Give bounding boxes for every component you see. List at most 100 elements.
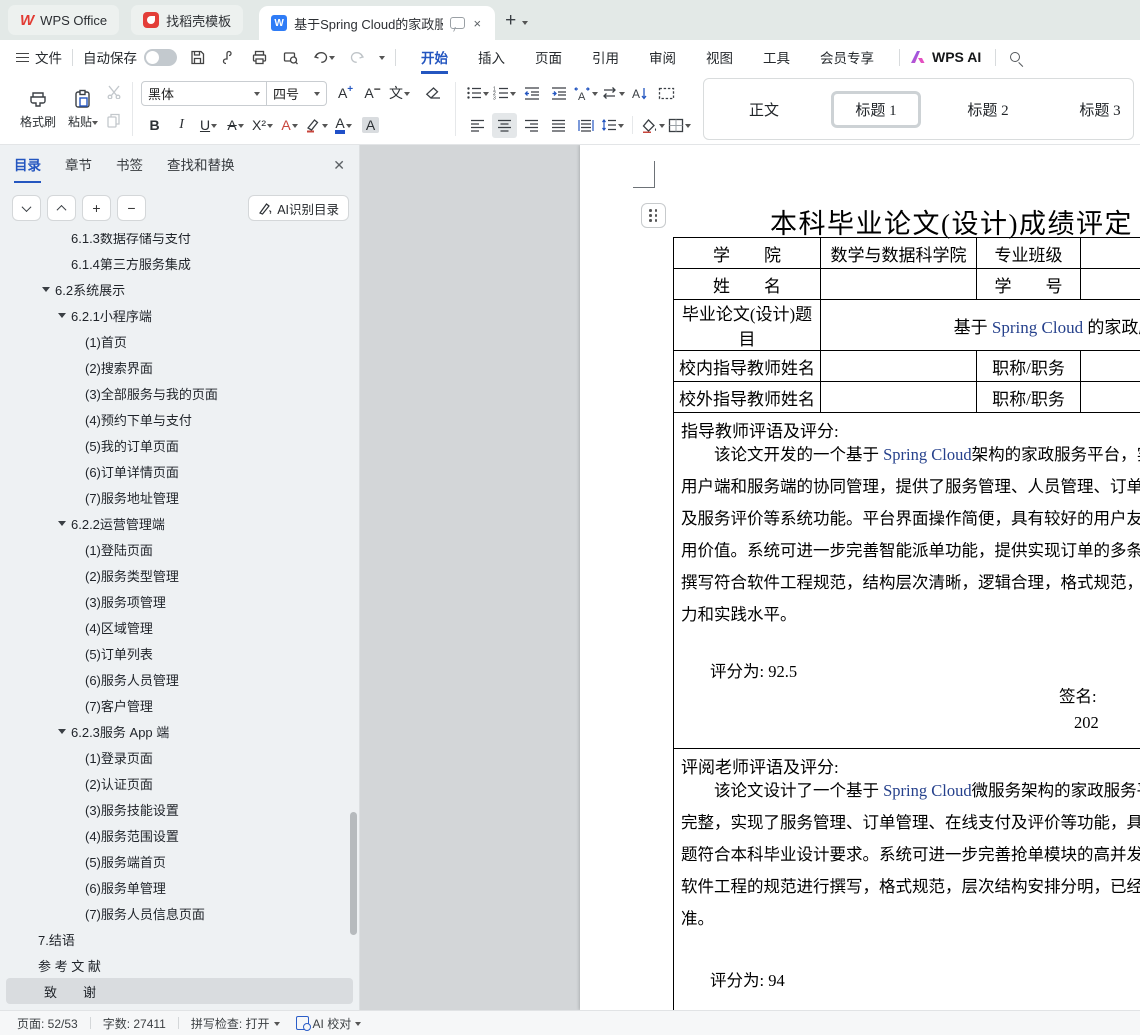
expand-all-button[interactable]	[12, 195, 41, 221]
advisor-in-name-cell[interactable]	[821, 351, 977, 382]
collapse-arrow-icon[interactable]	[58, 729, 66, 738]
tab-list-chevron-icon[interactable]	[522, 21, 528, 28]
outline-item[interactable]: 6.2.1小程序端	[0, 302, 359, 328]
format-painter-button[interactable]: 格式刷	[14, 78, 62, 140]
spellcheck-status[interactable]: 拼写检查: 打开	[191, 1015, 280, 1032]
print-icon[interactable]	[251, 49, 268, 66]
ribbon-tab[interactable]: 页面	[535, 40, 562, 74]
outline-item[interactable]: (5)服务端首页	[0, 848, 359, 874]
strikethrough-button[interactable]: A	[223, 113, 248, 138]
font-name-combo[interactable]: 黑体	[141, 81, 267, 106]
align-center-button[interactable]	[492, 113, 517, 138]
highlight-button[interactable]	[304, 113, 329, 138]
decrease-indent-button[interactable]	[519, 81, 544, 106]
borders-button[interactable]	[667, 113, 692, 138]
outline-item[interactable]: (7)服务地址管理	[0, 484, 359, 510]
outline-item[interactable]: (5)订单列表	[0, 640, 359, 666]
name-label-cell[interactable]: 姓 名	[674, 269, 821, 300]
ribbon-tab[interactable]: 开始	[421, 40, 448, 74]
paste-button[interactable]: 粘贴	[62, 78, 104, 140]
italic-button[interactable]: I	[169, 113, 194, 138]
ai-proofread-button[interactable]: AI 校对	[296, 1015, 362, 1032]
name-value-cell[interactable]	[821, 269, 977, 300]
file-menu[interactable]: 文件	[35, 47, 62, 67]
close-tab-icon[interactable]: ×	[472, 16, 484, 31]
more-quick-commands-chevron-icon[interactable]	[379, 56, 385, 63]
undo-dropdown-chevron-icon[interactable]	[329, 56, 335, 63]
ribbon-tab[interactable]: 会员专享	[820, 40, 874, 74]
outline-item[interactable]: (6)订单详情页面	[0, 458, 359, 484]
outline-item[interactable]: (4)区域管理	[0, 614, 359, 640]
outline-item[interactable]: (1)登陆页面	[0, 536, 359, 562]
char-scale-button[interactable]: A	[573, 81, 598, 106]
distribute-button[interactable]	[573, 113, 598, 138]
ribbon-tab[interactable]: 视图	[706, 40, 733, 74]
advisor-in-title-cell[interactable]	[1081, 351, 1140, 382]
align-right-button[interactable]	[519, 113, 544, 138]
review-comment-cell[interactable]: 评阅老师评语及评分: 该论文设计了一个基于 Spring Cloud微服务架构的…	[674, 749, 1140, 1011]
superscript-button[interactable]: X²	[250, 113, 275, 138]
college-value-cell[interactable]: 数学与数据科学院	[821, 238, 977, 269]
clear-format-button[interactable]	[421, 81, 446, 106]
font-color-button[interactable]: A	[331, 113, 356, 138]
thesis-label-cell[interactable]: 毕业论文(设计)题目	[674, 300, 821, 351]
outline-item[interactable]: 6.1.4第三方服务集成	[0, 250, 359, 276]
outline-item[interactable]: (3)服务项管理	[0, 588, 359, 614]
class-label-cell[interactable]: 专业班级	[977, 238, 1081, 269]
outline-item[interactable]: (7)客户管理	[0, 692, 359, 718]
autosave-toggle[interactable]	[144, 49, 177, 66]
table-drag-handle-icon[interactable]	[641, 203, 666, 228]
advisor-out-label-cell[interactable]: 校外指导教师姓名	[674, 382, 821, 413]
char-shading-button[interactable]: A	[358, 113, 383, 138]
outline-item[interactable]: (1)登录页面	[0, 744, 359, 770]
demote-button[interactable]: −	[117, 195, 146, 221]
outline-item[interactable]: (7)服务人员信息页面	[0, 900, 359, 926]
collapse-arrow-icon[interactable]	[42, 287, 50, 296]
pane-tab[interactable]: 查找和替换	[167, 154, 235, 183]
advisor-out-title-label-cell[interactable]: 职称/职务	[977, 382, 1081, 413]
collapse-arrow-icon[interactable]	[58, 313, 66, 322]
print-preview-icon[interactable]	[282, 49, 299, 66]
style-chip[interactable]: 正文	[708, 91, 820, 128]
bullet-list-button[interactable]	[465, 81, 490, 106]
justify-button[interactable]	[546, 113, 571, 138]
sort-button[interactable]: A	[627, 81, 652, 106]
outline-item[interactable]: 6.2.3服务 App 端	[0, 718, 359, 744]
advisor-out-name-cell[interactable]	[821, 382, 977, 413]
thesis-title-cell[interactable]: 基于 Spring Cloud 的家政服务平台设计	[821, 300, 1140, 351]
ai-recognize-toc-button[interactable]: AI识别目录	[248, 195, 349, 221]
promote-button[interactable]: +	[82, 195, 111, 221]
outline-item[interactable]: 参 考 文 献	[0, 952, 359, 978]
increase-indent-button[interactable]	[546, 81, 571, 106]
collapse-arrow-icon[interactable]	[58, 521, 66, 530]
outline-item[interactable]: (2)搜索界面	[0, 354, 359, 380]
sid-value-cell[interactable]	[1081, 269, 1140, 300]
sidebar-scrollbar-thumb[interactable]	[350, 812, 357, 935]
class-value-cell[interactable]	[1081, 238, 1140, 269]
undo-button[interactable]	[313, 50, 335, 65]
outline-item[interactable]: 6.2系统展示	[0, 276, 359, 302]
word-count[interactable]: 字数: 27411	[103, 1015, 166, 1032]
text-direction-button[interactable]	[600, 81, 625, 106]
show-marks-button[interactable]	[654, 81, 679, 106]
ribbon-tab[interactable]: 工具	[763, 40, 790, 74]
line-spacing-button[interactable]	[600, 113, 625, 138]
outline-item[interactable]: (6)服务单管理	[0, 874, 359, 900]
style-chip[interactable]: 标题 2	[932, 91, 1044, 128]
advisor-comment-cell[interactable]: 指导教师评语及评分: 该论文开发的一个基于 Spring Cloud架构的家政服…	[674, 413, 1140, 749]
numbered-list-button[interactable]: 123	[492, 81, 517, 106]
new-tab-button[interactable]: +	[505, 10, 516, 32]
tab-docer-templates[interactable]: 找稻壳模板	[131, 5, 243, 35]
pane-tab[interactable]: 章节	[65, 154, 92, 183]
outline-item[interactable]: (4)服务范围设置	[0, 822, 359, 848]
outline-item[interactable]: (5)我的订单页面	[0, 432, 359, 458]
document-page[interactable]: 本科毕业论文(设计)成绩评定 学 院 数学与数据科学院 专业班级 姓 名 学 号…	[580, 145, 1140, 1010]
shading-button[interactable]	[640, 113, 665, 138]
ribbon-tab[interactable]: 插入	[478, 40, 505, 74]
tab-document[interactable]: W 基于Spring Cloud的家政服 ×	[259, 6, 495, 40]
text-effects-button[interactable]: A	[277, 113, 302, 138]
college-label-cell[interactable]: 学 院	[674, 238, 821, 269]
close-pane-icon[interactable]: ✕	[333, 157, 345, 180]
pane-tab[interactable]: 目录	[14, 154, 41, 183]
outline-item[interactable]: 6.1.3数据存储与支付	[0, 233, 359, 250]
